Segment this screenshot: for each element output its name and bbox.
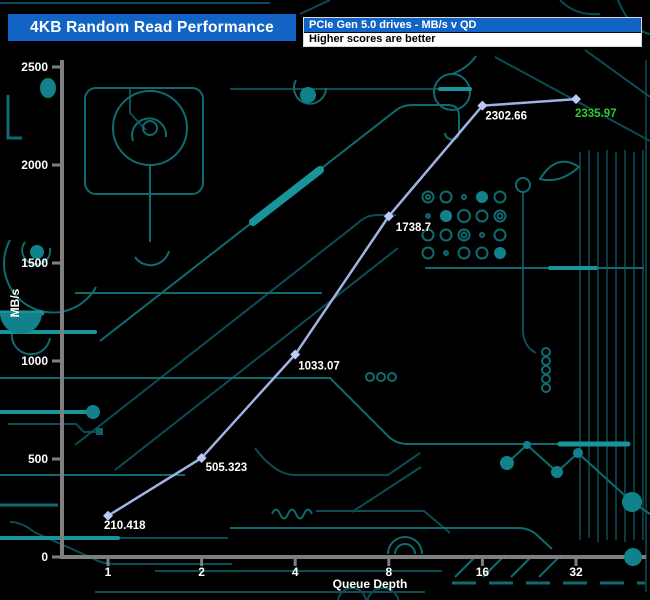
x-tick-label: 4 (292, 565, 299, 579)
y-axis-title: MB/s (8, 280, 22, 326)
x-tick-label: 16 (476, 565, 490, 579)
data-series: 210.418 505.323 1033.07 1738.7 2302.66 2335.9… (103, 94, 617, 532)
data-point-label: 1033.07 (298, 361, 340, 373)
data-line (108, 99, 576, 516)
chart-canvas: 05001000150020002500 12481632 210.418505… (0, 0, 650, 600)
data-point-label: 2302.66 (485, 111, 527, 123)
y-axis-ticks: 0 500 1000 1500 2000 2500 (21, 60, 60, 564)
x-tick-label: 1 (105, 565, 112, 579)
y-tick-label: 2000 (21, 158, 48, 172)
legend-box: PCIe Gen 5.0 drives - MB/s v QD Higher s… (303, 17, 642, 47)
data-point-label: 210.418 (104, 520, 146, 532)
title-bar: 4KB Random Read Performance (8, 14, 296, 41)
legend-note: Higher scores are better (304, 33, 641, 46)
circuit-node-on-axis (624, 548, 642, 566)
page-title: 4KB Random Read Performance (30, 19, 274, 37)
data-point-label: 2335.97 (575, 108, 617, 120)
y-tick-label: 500 (28, 452, 48, 466)
legend-subtitle: PCIe Gen 5.0 drives - MB/s v QD (304, 18, 641, 33)
y-tick-label: 0 (41, 550, 48, 564)
x-axis (60, 555, 646, 559)
x-tick-label: 32 (569, 565, 583, 579)
y-tick-label: 1000 (21, 354, 48, 368)
x-tick-label: 2 (198, 565, 205, 579)
y-tick-label: 1500 (21, 256, 48, 270)
y-tick-label: 2500 (21, 60, 48, 74)
x-axis-ticks: 12481632 (105, 559, 583, 579)
x-axis-title: Queue Depth (308, 577, 432, 591)
data-point-label: 1738.7 (396, 222, 431, 234)
y-axis (60, 60, 64, 559)
line-chart: 05001000150020002500 12481632 210.418505… (0, 0, 650, 600)
data-point-label: 505.323 (206, 462, 248, 474)
data-point (571, 94, 581, 104)
